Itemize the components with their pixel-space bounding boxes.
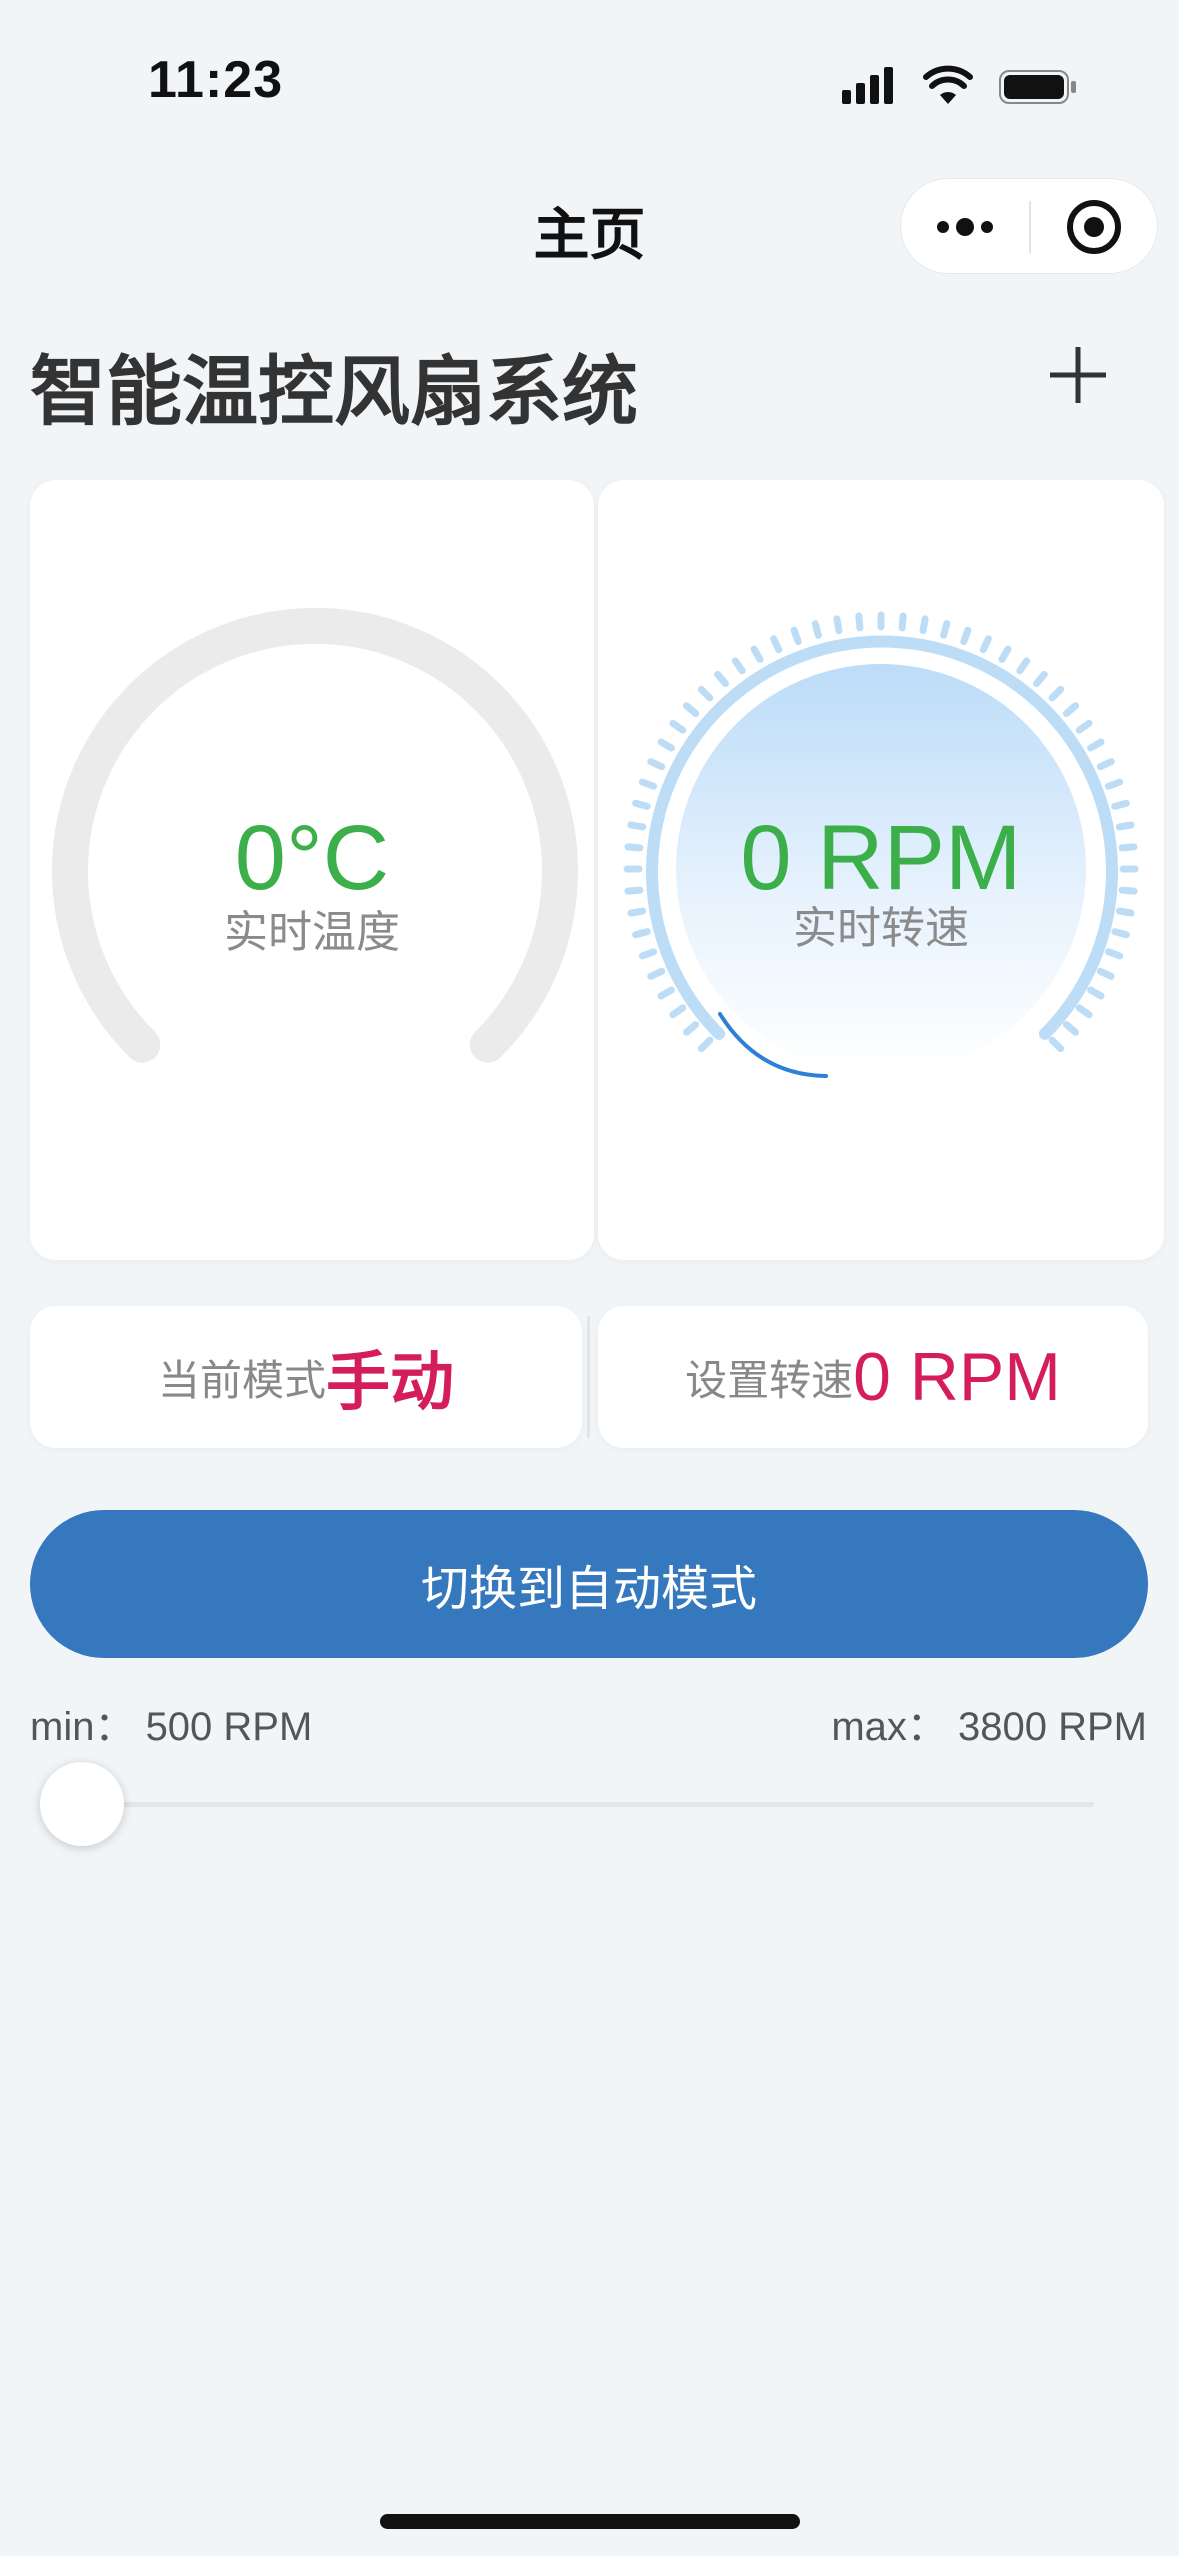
status-time: 11:23	[148, 51, 284, 109]
page-title: 智能温控风扇系统	[30, 347, 638, 436]
dial-tick	[898, 612, 907, 632]
status-icons	[842, 62, 1082, 112]
more-dots-icon[interactable]	[935, 209, 995, 249]
dial-tick	[855, 612, 864, 632]
dial-tick	[731, 657, 746, 675]
signal-icon	[842, 67, 893, 104]
dial-tick	[714, 670, 729, 688]
mode-divider	[587, 1316, 590, 1438]
current-mode-value: 手动	[326, 1346, 454, 1420]
dial-tick	[1048, 1036, 1065, 1053]
current-mode-card: 当前模式 手动	[30, 1306, 582, 1448]
speed-slider-track[interactable]	[82, 1802, 1094, 1807]
current-mode-label: 当前模式	[157, 1355, 326, 1405]
temperature-gauge-card: 0°C 实时温度	[30, 480, 594, 1260]
dial-tick	[682, 702, 700, 717]
dial-tick	[697, 685, 714, 702]
dial-tick	[657, 986, 675, 1000]
dial-tick	[647, 758, 666, 771]
dial-tick	[1016, 657, 1031, 675]
dial-tick	[1062, 702, 1080, 717]
speed-label: 实时转速	[793, 903, 969, 954]
dial-tick	[1075, 719, 1093, 734]
dial-tick	[940, 620, 951, 639]
dial-tick	[647, 967, 666, 980]
home-indicator	[380, 2514, 800, 2529]
dial-tick	[1087, 986, 1105, 1000]
slider-min-label: min： 500 RPM	[30, 1705, 313, 1749]
target-icon[interactable]	[1065, 198, 1123, 260]
slider-max-label: max： 3800 RPM	[831, 1705, 1147, 1749]
wifi-icon	[923, 65, 973, 104]
dial-tick	[1096, 967, 1115, 980]
dial-tick	[657, 738, 675, 752]
dial-tick	[638, 778, 658, 790]
dial-tick	[1048, 685, 1065, 702]
dial-tick	[790, 626, 802, 646]
dial-tick	[1104, 778, 1124, 790]
set-speed-label: 设置转速	[685, 1355, 854, 1405]
dial-tick	[750, 645, 764, 663]
dial-tick	[960, 626, 972, 646]
dial-tick	[979, 635, 992, 654]
dial-tick	[833, 615, 843, 635]
dial-tick	[1087, 738, 1105, 752]
speed-slider-thumb[interactable]	[40, 1762, 124, 1846]
speed-gauge-card: 0 RPM 实时转速	[598, 480, 1164, 1260]
toggle-auto-mode-button[interactable]: 切换到自动模式	[30, 1510, 1148, 1658]
dial-tick	[697, 1036, 714, 1053]
dial-tick	[682, 1021, 700, 1036]
dial-tick	[811, 620, 822, 639]
dial-tick	[1096, 758, 1115, 771]
set-speed-card: 设置转速 0 RPM	[598, 1306, 1148, 1448]
dial-tick	[1075, 1004, 1093, 1019]
set-speed-value: 0 RPM	[853, 1339, 1061, 1415]
dial-tick	[919, 615, 929, 635]
mini-program-capsule	[900, 178, 1158, 274]
plus-icon[interactable]	[1048, 345, 1108, 409]
battery-icon	[999, 70, 1076, 104]
dial-tick	[770, 635, 783, 654]
temperature-label: 实时温度	[224, 907, 400, 958]
capsule-divider	[1029, 201, 1031, 253]
dial-tick	[669, 1004, 687, 1019]
dial-tick	[1062, 1021, 1080, 1036]
dial-tick	[669, 719, 687, 734]
dial-tick	[1033, 670, 1048, 688]
dial-tick	[998, 645, 1012, 663]
